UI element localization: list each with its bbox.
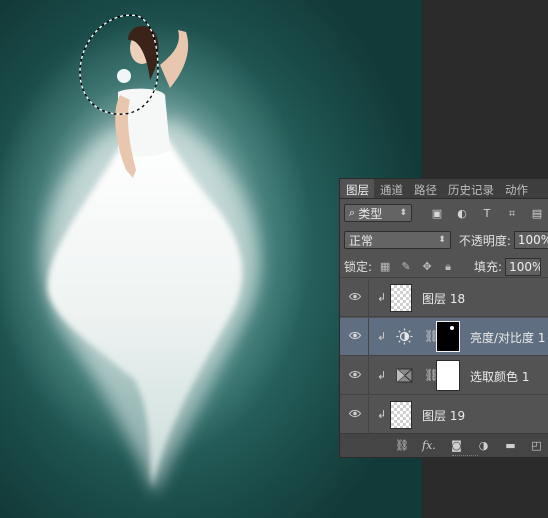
blend-mode-value: 正常 bbox=[349, 233, 374, 248]
panel-resize-grip[interactable] bbox=[452, 455, 478, 457]
link-layers-icon[interactable]: ⛓︎ bbox=[395, 440, 409, 452]
layer-thumbnail bbox=[390, 401, 412, 429]
eye-icon[interactable] bbox=[349, 370, 361, 379]
layer-name[interactable]: 图层 19 bbox=[422, 407, 465, 424]
panel-tabs: 图层 通道 路径 历史记录 动作 bbox=[340, 179, 548, 199]
smart-object-filter-icon[interactable]: ▤ bbox=[531, 208, 543, 219]
layer-mask-thumbnail[interactable] bbox=[436, 360, 460, 391]
blend-mode-dropdown[interactable]: 正常 ⬍ bbox=[344, 231, 451, 249]
opacity-field[interactable]: 100% bbox=[513, 231, 548, 249]
layer-name[interactable]: 亮度/对比度 1 bbox=[470, 329, 546, 346]
tab-history[interactable]: 历史记录 bbox=[442, 179, 499, 198]
filter-kind-dropdown[interactable]: ⌕ 类型 ⬍ bbox=[344, 204, 412, 222]
visibility-column-divider bbox=[368, 318, 369, 356]
fill-label: 填充: bbox=[474, 260, 503, 274]
fill-field[interactable]: 100% bbox=[505, 257, 542, 276]
lock-position-icon[interactable]: ✥ bbox=[421, 260, 433, 273]
lock-all-icon[interactable]: 🔒︎ bbox=[442, 260, 454, 273]
tab-channels[interactable]: 通道 bbox=[374, 179, 408, 198]
new-layer-icon[interactable]: ◰ bbox=[530, 440, 543, 452]
lock-label: 锁定: bbox=[344, 260, 373, 274]
chevron-updown-icon: ⬍ bbox=[438, 235, 446, 245]
blend-row: 正常 ⬍ 不透明度: 100% bbox=[340, 229, 548, 251]
lock-row: 锁定: ▦ ✎ ✥ 🔒︎ 填充: 100% bbox=[340, 256, 548, 278]
layer-mask-thumbnail[interactable] bbox=[436, 321, 460, 352]
layer-name[interactable]: 图层 18 bbox=[422, 290, 465, 307]
chevron-updown-icon: ⬍ bbox=[399, 208, 407, 218]
clip-arrow-icon: ↲ bbox=[377, 369, 387, 382]
type-filter-icon[interactable]: T bbox=[481, 208, 493, 219]
mask-white-spot bbox=[450, 326, 454, 330]
visibility-column-divider bbox=[368, 357, 369, 395]
shape-filter-icon[interactable]: ⌗ bbox=[506, 208, 518, 219]
layer-thumbnail bbox=[390, 284, 412, 312]
layer-row-brightness-contrast[interactable]: ↲ ⛓︎ 亮度/对比度 1 bbox=[340, 318, 548, 356]
layer-filter-row: ⌕ 类型 ⬍ ▣ ◐ T ⌗ ▤ bbox=[340, 201, 548, 225]
add-mask-icon[interactable]: ◙ bbox=[450, 440, 463, 452]
image-filter-icon[interactable]: ▣ bbox=[431, 208, 443, 219]
opacity-label: 不透明度: bbox=[458, 233, 511, 248]
layer-name[interactable]: 选取颜色 1 bbox=[470, 368, 529, 385]
visibility-column-divider bbox=[368, 279, 369, 317]
layer-row-18[interactable]: ↲ 图层 18 bbox=[340, 279, 548, 317]
visibility-column-divider bbox=[368, 396, 369, 434]
clip-arrow-icon: ↲ bbox=[377, 291, 387, 304]
tab-layers[interactable]: 图层 bbox=[340, 179, 374, 198]
lock-paint-icon[interactable]: ✎ bbox=[400, 260, 412, 273]
lock-transparent-icon[interactable]: ▦ bbox=[379, 260, 391, 273]
new-group-icon[interactable]: ▬ bbox=[504, 440, 517, 452]
layers-bottom-bar: ⛓︎ fx. ◙ ◑ ▬ ◰ bbox=[340, 433, 548, 457]
clip-arrow-icon: ↲ bbox=[377, 330, 387, 343]
search-icon: ⌕ bbox=[349, 206, 356, 219]
clip-arrow-icon: ↲ bbox=[377, 408, 387, 421]
tab-actions[interactable]: 动作 bbox=[499, 179, 533, 198]
eye-icon[interactable] bbox=[349, 331, 361, 340]
layers-panel: 图层 通道 路径 历史记录 动作 ⌕ 类型 ⬍ ▣ ◐ T ⌗ ▤ 正常 ⬍ 不… bbox=[339, 178, 548, 458]
eye-icon[interactable] bbox=[349, 409, 361, 418]
adjustment-filter-icon[interactable]: ◐ bbox=[456, 208, 468, 219]
layer-row-19[interactable]: ↲ 图层 19 bbox=[340, 396, 548, 434]
selective-color-icon bbox=[396, 368, 413, 383]
filter-kind-label: 类型 bbox=[358, 206, 383, 221]
fx-icon[interactable]: fx. bbox=[422, 440, 436, 452]
new-adjustment-icon[interactable]: ◑ bbox=[477, 440, 490, 452]
layer-row-selective-color[interactable]: ↲ ⛓︎ 选取颜色 1 bbox=[340, 357, 548, 395]
eye-icon[interactable] bbox=[349, 292, 361, 301]
tab-paths[interactable]: 路径 bbox=[408, 179, 442, 198]
brightness-contrast-icon bbox=[396, 328, 413, 345]
